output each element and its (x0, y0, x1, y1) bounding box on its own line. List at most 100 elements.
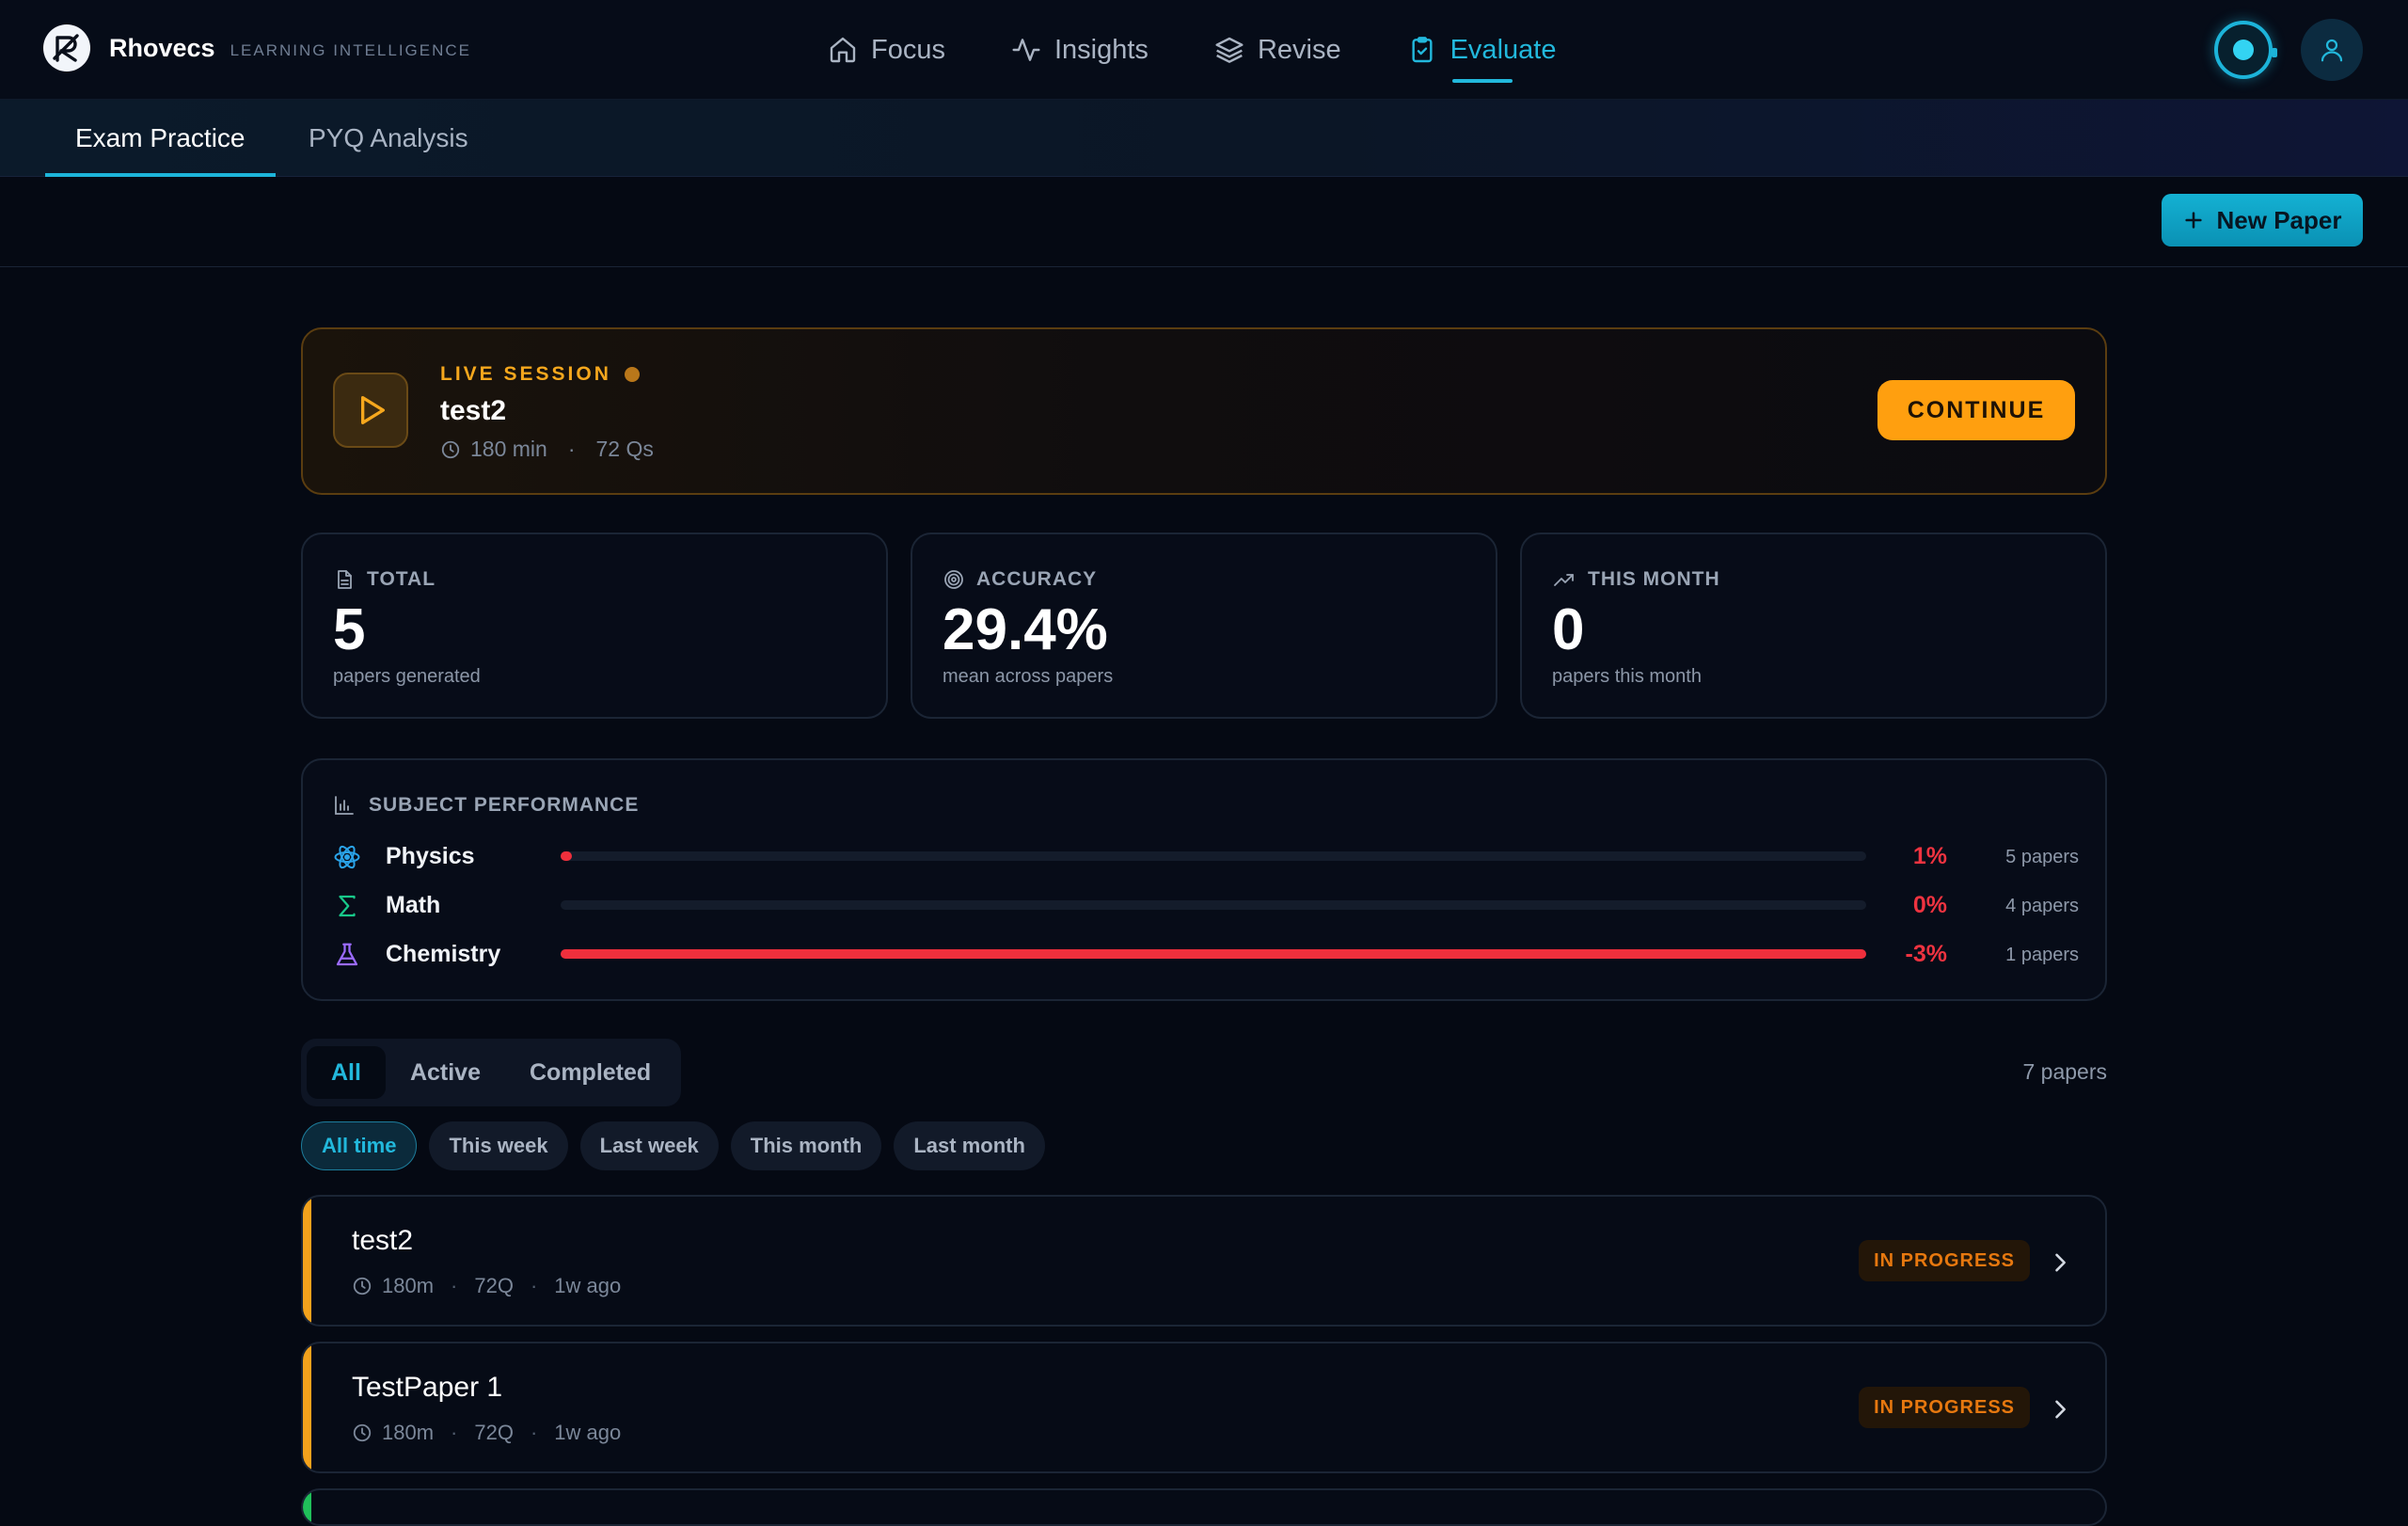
sub-tab-bar: Exam Practice PYQ Analysis (0, 100, 2408, 177)
subject-percentage: 0% (1912, 892, 1947, 918)
nav-label: Insights (1054, 34, 1149, 65)
chevron-right-icon (2055, 1400, 2066, 1419)
target-icon (944, 570, 963, 589)
subject-row-chemistry: Chemistry -3% 1 papers (333, 935, 2079, 973)
status-dot (2233, 40, 2254, 60)
paper-questions: 72Q (474, 1274, 514, 1297)
subject-name: Chemistry (386, 941, 501, 967)
tab-pyq-analysis[interactable]: PYQ Analysis (278, 100, 499, 177)
stat-card-accuracy: ACCURACY 29.4% mean across papers (911, 533, 1497, 719)
status-segmented-control: All Active Completed (301, 1039, 682, 1106)
status-accent-bar (303, 1197, 311, 1325)
subject-paper-count: 4 papers (2005, 896, 2079, 916)
activity-icon (1012, 39, 1040, 61)
chip-last-week[interactable]: Last week (579, 1121, 719, 1170)
subject-row-physics: Physics 1% 5 papers (333, 837, 2079, 875)
subject-paper-count: 1 papers (2005, 945, 2079, 965)
meta-separator: · (451, 1274, 458, 1297)
clock-icon (353, 1277, 372, 1296)
meta-separator: · (530, 1421, 538, 1444)
nav-item-insights[interactable]: Insights (1011, 0, 1149, 100)
chip-this-month[interactable]: This month (730, 1121, 882, 1170)
subject-paper-count: 5 papers (2005, 847, 2079, 867)
live-session-label-text: LIVE SESSION (440, 363, 611, 385)
top-navigation-bar: Rhovecs LEARNING INTELLIGENCE Focus Insi… (0, 0, 2408, 100)
meta-separator: · (530, 1274, 538, 1297)
clipboard-check-icon (1412, 37, 1433, 63)
status-badge: IN PROGRESS (1859, 1240, 2030, 1281)
live-session-title: test2 (440, 395, 507, 426)
subject-performance-title: SUBJECT PERFORMANCE (369, 794, 640, 816)
paper-card[interactable] (301, 1488, 2107, 1526)
segment-active[interactable]: Active (386, 1046, 505, 1099)
nav-item-focus[interactable]: Focus (828, 0, 945, 100)
nav-item-revise[interactable]: Revise (1214, 0, 1341, 100)
status-blip (2272, 48, 2277, 57)
subject-performance-card: SUBJECT PERFORMANCE Physics 1% 5 papers … (301, 758, 2107, 1001)
user-avatar[interactable] (2301, 19, 2363, 81)
clock-icon (441, 440, 460, 458)
brand-name: Rhovecs (109, 33, 215, 62)
paper-title: test2 (352, 1225, 414, 1256)
chip-all-time[interactable]: All time (301, 1121, 418, 1170)
progress-track (561, 900, 1866, 910)
paper-age: 1w ago (554, 1421, 622, 1444)
layers-icon (1215, 37, 1244, 63)
paper-card[interactable]: test2 180m · 72Q · 1w ago IN PROGRESS (301, 1195, 2107, 1327)
nav-label: Evaluate (1450, 34, 1557, 65)
stat-caption: papers this month (1552, 666, 1702, 687)
play-icon (333, 373, 408, 448)
session-status-indicator[interactable] (2214, 21, 2277, 79)
user-icon (2321, 39, 2343, 62)
rhovecs-logo-icon (43, 24, 90, 72)
paper-filters: All Active Completed 7 papers (301, 1039, 2107, 1106)
stat-value: 5 (333, 597, 366, 662)
home-icon (830, 37, 856, 63)
new-paper-button[interactable]: New Paper (2162, 194, 2363, 246)
paper-meta: 180m · 72Q · 1w ago (352, 1274, 621, 1298)
live-session-meta: 180 min · 72 Qs (440, 437, 654, 462)
subject-name: Physics (386, 843, 475, 869)
toolbar: New Paper (0, 177, 2408, 267)
status-badge: IN PROGRESS (1859, 1387, 2030, 1428)
paper-count: 7 papers (2022, 1059, 2107, 1084)
stat-header: ACCURACY (943, 568, 1097, 591)
paper-duration: 180m (382, 1421, 435, 1444)
time-filter-chips: All time This week Last week This month … (301, 1121, 1057, 1170)
chip-this-week[interactable]: This week (429, 1121, 568, 1170)
stat-caption: mean across papers (943, 666, 1114, 687)
nav-item-evaluate[interactable]: Evaluate (1407, 0, 1557, 100)
atom-icon (334, 845, 360, 869)
trending-up-icon (1554, 574, 1574, 586)
segment-completed[interactable]: Completed (505, 1046, 675, 1099)
stat-caption: papers generated (333, 666, 481, 687)
subject-performance-header: SUBJECT PERFORMANCE (333, 794, 639, 817)
main-content: LIVE SESSION test2 180 min · 72 Qs CONTI… (301, 327, 2107, 1526)
progress-track (561, 851, 1866, 861)
progress-track (561, 949, 1866, 959)
brand[interactable]: Rhovecs LEARNING INTELLIGENCE (43, 24, 471, 72)
new-paper-label: New Paper (2216, 205, 2342, 234)
brand-tagline: LEARNING INTELLIGENCE (230, 41, 472, 59)
status-accent-bar (303, 1490, 311, 1524)
stat-head-text: TOTAL (367, 568, 436, 590)
status-accent-bar (303, 1343, 311, 1471)
subject-name: Math (386, 892, 441, 918)
clock-icon (353, 1423, 372, 1442)
nav-label: Revise (1257, 34, 1341, 65)
continue-button[interactable]: CONTINUE (1877, 380, 2075, 440)
tab-exam-practice[interactable]: Exam Practice (45, 100, 276, 177)
paper-age: 1w ago (554, 1274, 622, 1297)
bar-chart-icon (335, 796, 354, 815)
chevron-right-icon (2055, 1253, 2066, 1272)
live-indicator-dot (624, 367, 640, 382)
document-icon (338, 570, 352, 589)
chip-last-month[interactable]: Last month (894, 1121, 1045, 1170)
main-nav: Focus Insights Revise Evaluate (828, 0, 1622, 100)
nav-label: Focus (871, 34, 945, 65)
paper-card[interactable]: TestPaper 1 180m · 72Q · 1w ago IN PROGR… (301, 1342, 2107, 1473)
live-session-questions: 72 Qs (595, 437, 654, 461)
live-session-card[interactable]: LIVE SESSION test2 180 min · 72 Qs CONTI… (301, 327, 2107, 495)
segment-all[interactable]: All (307, 1046, 386, 1099)
meta-separator: · (451, 1421, 458, 1444)
